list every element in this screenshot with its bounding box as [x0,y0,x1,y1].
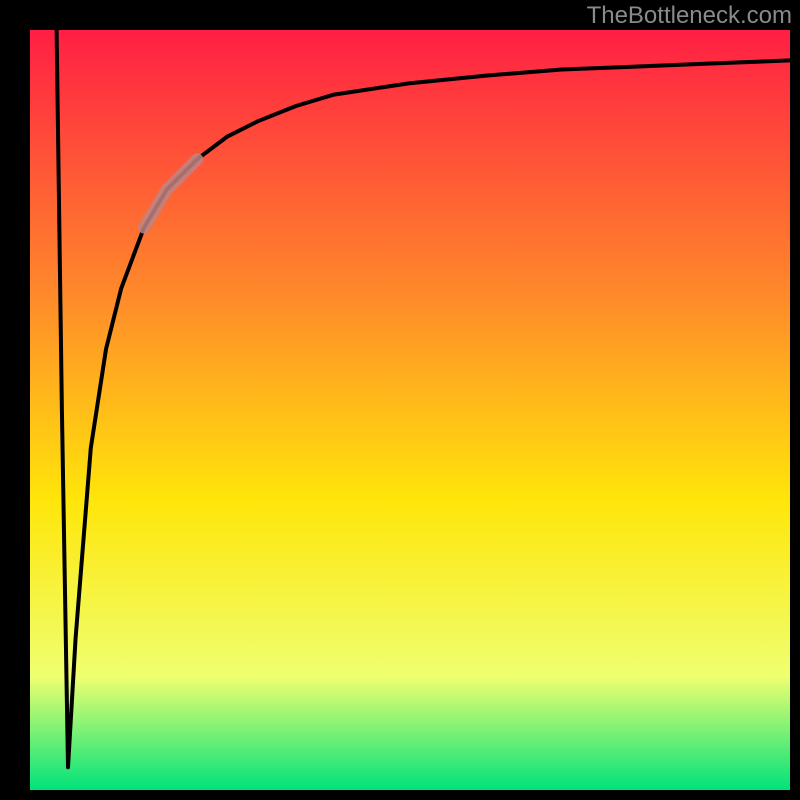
attribution-text: TheBottleneck.com [587,2,792,30]
plot-area [30,30,790,790]
bottleneck-chart [0,0,800,800]
